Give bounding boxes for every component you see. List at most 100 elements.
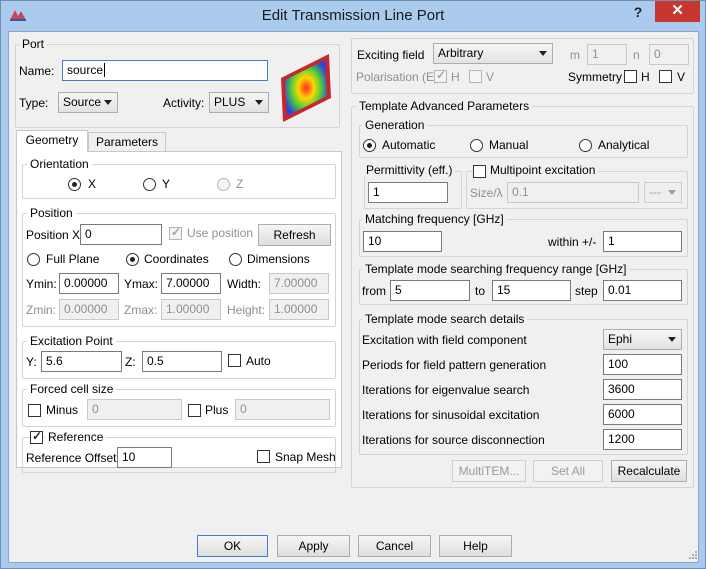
reference-group-title: Reference [45,430,107,444]
tab-parameters[interactable]: Parameters [88,132,166,152]
radio-dot [72,182,77,187]
snap-mesh-checkbox[interactable] [257,450,270,463]
name-input-value: source [67,63,104,77]
position-group-title: Position [27,206,76,220]
field-component-value: Ephi [608,332,633,346]
check-icon: ✓ [32,429,43,443]
cancel-button[interactable]: Cancel [358,535,431,557]
plus-input[interactable]: 0 [235,399,330,420]
coordinates-radio[interactable] [126,253,139,266]
ymax-input[interactable]: 7.00000 [161,273,221,294]
m-label: m [570,48,580,62]
periods-input[interactable]: 100 [603,354,682,375]
help-button[interactable]: Help [439,535,512,557]
symmetry-v-checkbox[interactable] [659,70,672,83]
ymax-label: Ymax: [124,277,159,291]
minus-checkbox[interactable] [28,404,41,417]
reference-offset-input[interactable]: 10 [117,447,172,468]
height-label: Height: [227,303,266,317]
from-input[interactable]: 5 [390,280,470,301]
exc-y-input[interactable]: 5.6 [41,351,122,372]
orientation-x-label: X [88,177,97,191]
generation-manual-radio[interactable] [470,139,483,152]
activity-dropdown-value: PLUS [214,95,246,109]
check-icon: ✓ [436,68,447,82]
resize-grip-icon[interactable] [688,550,698,560]
apply-button[interactable]: Apply [277,535,350,557]
dimensions-radio[interactable] [229,253,242,266]
minus-input[interactable]: 0 [87,399,182,420]
use-position-label: Use position [187,226,254,240]
search-range-title: Template mode searching frequency range … [362,262,630,276]
port-group-title: Port [19,37,48,51]
minus-label: Minus [46,403,79,417]
recalculate-button[interactable]: Recalculate [611,460,687,482]
chevron-down-icon [255,100,263,105]
n-input[interactable]: 0 [649,44,689,65]
plus-checkbox[interactable] [188,404,201,417]
position-x-input[interactable]: 0 [80,224,162,245]
disconnection-input[interactable]: 1200 [603,429,682,450]
within-input[interactable]: 1 [603,231,682,252]
zmax-input[interactable]: 1.00000 [161,299,221,320]
use-position-checkbox[interactable]: ✓ [169,225,182,240]
width-input[interactable]: 7.00000 [269,273,329,294]
polarisation-h-checkbox[interactable]: ✓ [434,68,447,83]
height-input[interactable]: 1.00000 [269,299,329,320]
sinusoidal-input[interactable]: 6000 [603,404,682,425]
auto-label: Auto [246,354,271,368]
field-component-dropdown[interactable]: Ephi [603,329,682,350]
exciting-field-label: Exciting field [357,48,425,62]
forced-cell-group-title: Forced cell size [27,382,117,396]
type-dropdown[interactable]: Source [58,92,118,113]
activity-dropdown[interactable]: PLUS [209,92,269,113]
port-field-preview-icon [281,54,331,122]
refresh-button[interactable]: Refresh [258,224,331,246]
to-label: to [475,284,486,298]
full-plane-radio[interactable] [27,253,40,266]
multitem-button[interactable]: MultiTEM... [452,460,526,482]
matching-frequency-input[interactable]: 10 [363,231,442,252]
set-all-button[interactable]: Set All [533,460,603,482]
search-details-title: Template mode search details [362,312,528,326]
to-input[interactable]: 15 [492,280,571,301]
ymin-label: Ymin: [26,277,57,291]
help-icon[interactable]: ? [621,1,655,23]
auto-checkbox[interactable] [228,354,241,367]
template-advanced-title: Template Advanced Parameters [356,99,533,113]
reference-offset-label: Reference Offset [26,451,117,465]
permittivity-input[interactable]: 1 [368,182,448,203]
ok-button[interactable]: OK [197,535,268,557]
reference-checkbox[interactable]: ✓ [30,429,43,444]
name-input[interactable]: source [62,60,268,81]
orientation-x-radio[interactable] [68,178,81,191]
multipoint-checkbox[interactable] [473,165,486,178]
generation-automatic-radio[interactable] [363,139,376,152]
size-input[interactable]: 0.1 [507,182,639,203]
m-input[interactable]: 1 [587,44,627,65]
dialog-window: Edit Transmission Line Port ? ✕ Port Nam… [0,0,706,569]
n-label: n [633,48,640,62]
full-plane-label: Full Plane [46,252,100,266]
orientation-y-radio[interactable] [143,178,156,191]
dialog-body: Port Name: source Type: Source Activity:… [8,31,699,563]
step-input[interactable]: 0.01 [603,280,682,301]
size-unit-dropdown[interactable]: --- [644,182,682,203]
ymin-input[interactable]: 0.00000 [59,273,119,294]
exciting-field-dropdown[interactable]: Arbitrary [433,43,553,64]
eigenvalue-input[interactable]: 3600 [603,379,682,400]
orientation-z-radio[interactable] [217,178,230,191]
from-label: from [362,284,386,298]
generation-analytical-radio[interactable] [579,139,592,152]
polarisation-v-checkbox[interactable] [469,70,482,83]
polarisation-h-label: H [451,70,460,84]
symmetry-h-label: H [641,70,650,84]
excitation-point-group-title: Excitation Point [27,334,116,348]
close-icon[interactable]: ✕ [655,1,700,22]
within-label: within +/- [548,235,597,249]
symmetry-h-checkbox[interactable] [624,70,637,83]
exc-z-input[interactable]: 0.5 [142,351,222,372]
field-component-label: Excitation with field component [362,333,527,347]
tab-geometry[interactable]: Geometry [16,130,88,152]
zmin-input[interactable]: 0.00000 [59,299,119,320]
